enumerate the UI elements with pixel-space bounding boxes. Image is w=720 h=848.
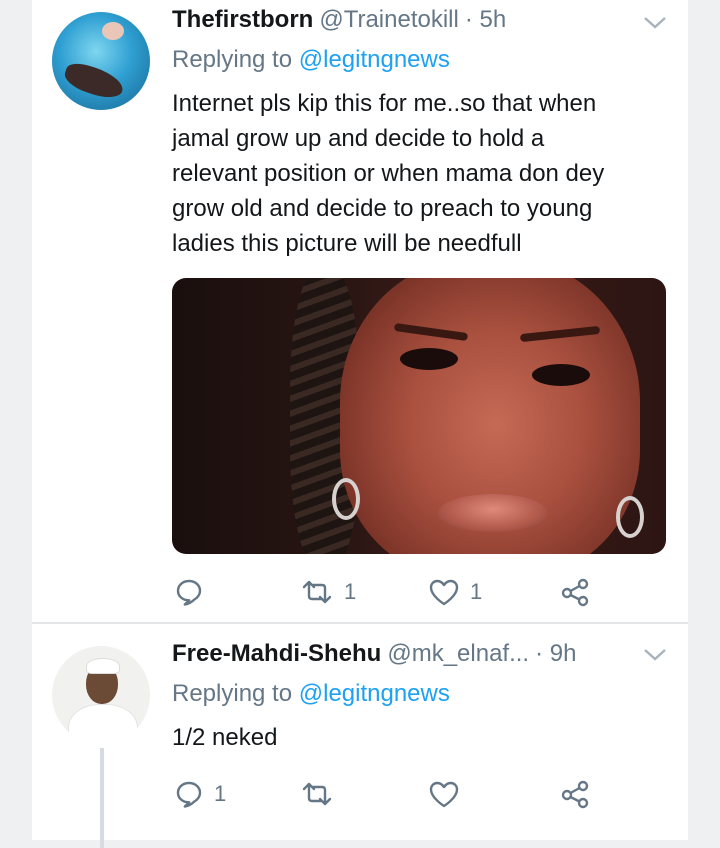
mention-link[interactable]: @legitngnews [299, 680, 450, 707]
username[interactable]: @mk_elnaf... [387, 640, 529, 668]
retweet-icon [300, 779, 334, 809]
like-count: 1 [470, 579, 483, 604]
timeline: Thefirstborn @Trainetokill · 5h Replying… [32, 0, 688, 848]
share-button[interactable] [560, 572, 590, 612]
tweet[interactable]: Thefirstborn @Trainetokill · 5h Replying… [32, 0, 688, 622]
share-icon [560, 779, 590, 809]
tweet-text: Internet pls kip this for me..so that wh… [172, 86, 672, 261]
display-name[interactable]: Free-Mahdi-Shehu [172, 640, 381, 668]
tweet-text-line: grow old and decide to preach to young [172, 195, 593, 222]
tweet-actions: 1 [172, 774, 642, 814]
photo-lips [438, 494, 548, 532]
like-button[interactable]: 1 [428, 572, 482, 612]
avatar-figure [68, 704, 138, 744]
tweet-text-line: 1/2 neked [172, 724, 278, 751]
photo-earring [616, 496, 644, 538]
tweet-text-line: jamal grow up and decide to hold a [172, 125, 545, 152]
tweet-text-line: Internet pls kip this for me..so that wh… [172, 90, 597, 117]
tweet-photo[interactable] [172, 278, 666, 554]
replying-to: Replying to @legitngnews [172, 46, 450, 74]
tweet-header: Thefirstborn @Trainetokill · 5h [172, 6, 506, 46]
avatar[interactable] [52, 646, 150, 744]
reply-button[interactable]: 1 [174, 774, 226, 814]
chevron-down-icon[interactable] [642, 12, 668, 34]
like-button[interactable] [428, 774, 470, 814]
tweet[interactable]: Free-Mahdi-Shehu @mk_elnaf... · 9h Reply… [32, 624, 688, 848]
tweet-text-line: relevant position or when mama don dey [172, 160, 605, 187]
photo-eye [532, 364, 590, 386]
replying-to: Replying to @legitngnews [172, 680, 450, 708]
photo-eye [400, 348, 458, 370]
avatar-figure-cap [86, 658, 120, 674]
retweet-count: 1 [344, 579, 357, 604]
retweet-icon [300, 577, 334, 607]
share-icon [560, 577, 590, 607]
tweet-header: Free-Mahdi-Shehu @mk_elnaf... · 9h [172, 640, 576, 680]
display-name[interactable]: Thefirstborn [172, 6, 313, 34]
tweet-text: 1/2 neked [172, 720, 672, 755]
share-button[interactable] [560, 774, 590, 814]
tweet-actions: 1 1 [172, 572, 642, 612]
username[interactable]: @Trainetokill [319, 6, 459, 34]
thread-line [100, 748, 104, 848]
mention-link[interactable]: @legitngnews [299, 46, 450, 73]
reply-icon [174, 779, 204, 809]
reply-icon [174, 577, 204, 607]
avatar-figure-head [102, 22, 124, 40]
tweet-text-line: ladies this picture will be needfull [172, 230, 522, 257]
tweet-content: Free-Mahdi-Shehu @mk_elnaf... · 9h Reply… [172, 640, 668, 840]
photo-earring [332, 478, 360, 520]
retweet-button[interactable] [300, 774, 344, 814]
avatar[interactable] [52, 12, 150, 110]
replying-prefix: Replying to [172, 680, 293, 707]
heart-icon [428, 779, 460, 809]
avatar-figure [61, 59, 127, 103]
timestamp[interactable]: · 9h [535, 640, 576, 668]
reply-button[interactable] [174, 572, 214, 612]
chevron-down-icon[interactable] [642, 644, 668, 666]
heart-icon [428, 577, 460, 607]
retweet-button[interactable]: 1 [300, 572, 356, 612]
tweet-content: Thefirstborn @Trainetokill · 5h Replying… [172, 6, 668, 622]
reply-count: 1 [214, 781, 227, 806]
replying-prefix: Replying to [172, 46, 293, 73]
timestamp[interactable]: · 5h [465, 6, 506, 34]
